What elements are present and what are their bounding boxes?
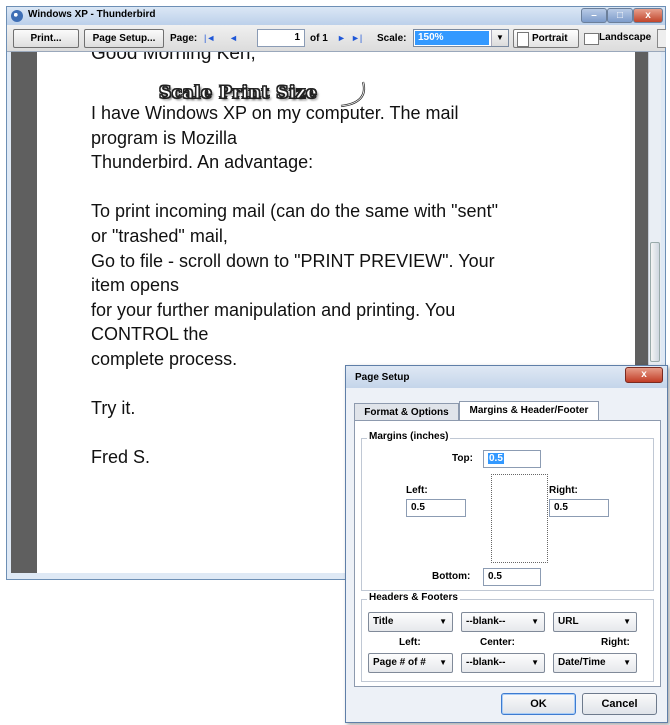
toolbar-overflow-button[interactable]: [657, 29, 666, 48]
cancel-button[interactable]: Cancel: [582, 693, 657, 715]
letter-line: for your further manipulation and printi…: [91, 299, 456, 320]
minimize-button[interactable]: –: [581, 8, 607, 23]
letter-line: item opens: [91, 275, 180, 296]
center-column-label: Center:: [480, 637, 516, 648]
header-left-select[interactable]: Title ▼: [368, 612, 453, 632]
tab-margins-header-footer[interactable]: Margins & Header/Footer: [459, 401, 599, 421]
header-right-select[interactable]: URL ▼: [553, 612, 637, 632]
page-margin-preview: [491, 474, 548, 563]
left-column-label: Left:: [399, 637, 421, 648]
letter-line: or "trashed" mail,: [91, 225, 228, 246]
letter-line: program is Mozilla: [91, 127, 238, 148]
top-margin-input[interactable]: 0.5: [483, 450, 541, 468]
top-margin-label: Top:: [452, 453, 473, 464]
window-title: Windows XP - Thunderbird: [28, 9, 156, 20]
dialog-title: Page Setup: [355, 372, 410, 383]
right-column-label: Right:: [601, 637, 630, 648]
maximize-button[interactable]: □: [607, 8, 633, 23]
footer-right-select[interactable]: Date/Time ▼: [553, 653, 637, 673]
scale-select[interactable]: 150% ▼: [413, 29, 509, 47]
margins-tab-panel: Margins (inches) Top: 0.5 Left: 0.5 Righ…: [354, 420, 661, 687]
portrait-page-icon: [517, 32, 529, 47]
title-bar: Windows XP - Thunderbird – □ x: [7, 7, 665, 25]
ok-button[interactable]: OK: [501, 693, 576, 715]
letter-line: CONTROL the: [91, 324, 209, 345]
first-page-icon[interactable]: |◄: [204, 33, 215, 43]
footer-left-select[interactable]: Page # of # ▼: [368, 653, 453, 673]
headers-footers-title: Headers & Footers: [367, 592, 460, 603]
previous-page-icon[interactable]: ◄: [229, 33, 238, 43]
letter-line: Thunderbird. An advantage:: [91, 152, 314, 173]
footer-center-select[interactable]: --blank-- ▼: [461, 653, 545, 673]
page-setup-dialog: Page Setup x Format & Options Margins & …: [345, 365, 668, 723]
landscape-button[interactable]: Landscape: [581, 29, 653, 48]
greeting-line: Good Morning Ken,: [91, 52, 256, 64]
dialog-close-button[interactable]: x: [625, 367, 663, 383]
page-number-input[interactable]: 1: [257, 29, 305, 47]
page-setup-button[interactable]: Page Setup...: [84, 29, 164, 48]
right-margin-label: Right:: [549, 485, 578, 496]
print-preview-toolbar: Print... Page Setup... Page: |◄ ◄ 1 of 1…: [7, 25, 666, 52]
last-page-icon[interactable]: ►|: [351, 33, 362, 43]
right-margin-input[interactable]: 0.5: [549, 499, 609, 517]
scale-label: Scale:: [377, 33, 407, 44]
header-center-select[interactable]: --blank-- ▼: [461, 612, 545, 632]
margins-group: Margins (inches) Top: 0.5 Left: 0.5 Righ…: [361, 431, 654, 591]
chevron-down-icon: ▼: [531, 658, 539, 667]
bottom-margin-label: Bottom:: [432, 571, 471, 582]
portrait-button[interactable]: Portrait: [513, 29, 579, 48]
chevron-down-icon: ▼: [623, 617, 631, 626]
chevron-down-icon[interactable]: ▼: [491, 30, 508, 46]
margins-group-title: Margins (inches): [367, 431, 451, 442]
scale-annotation: Scale Print Size: [158, 83, 318, 104]
scale-value: 150%: [415, 31, 489, 45]
tab-format-options[interactable]: Format & Options: [354, 403, 459, 421]
left-margin-label: Left:: [406, 485, 428, 496]
thunderbird-icon: [11, 10, 23, 22]
chevron-down-icon: ▼: [439, 658, 447, 667]
headers-footers-group: Headers & Footers Title ▼ --blank-- ▼ URL ▼…: [361, 592, 654, 682]
print-button[interactable]: Print...: [13, 29, 79, 48]
chevron-down-icon: ▼: [439, 617, 447, 626]
page-count: of 1: [310, 33, 328, 44]
close-button[interactable]: x: [633, 8, 663, 23]
left-margin-input[interactable]: 0.5: [406, 499, 466, 517]
dialog-title-bar: Page Setup x: [346, 366, 667, 388]
letter-line: To print incoming mail (can do the same …: [91, 201, 498, 222]
landscape-label: Landscape: [599, 32, 652, 43]
chevron-down-icon: ▼: [623, 658, 631, 667]
scrollbar-thumb[interactable]: [650, 242, 660, 362]
portrait-label: Portrait: [532, 33, 568, 44]
annotation-arrow: [340, 81, 366, 108]
page-label: Page:: [170, 33, 198, 44]
bottom-margin-input[interactable]: 0.5: [483, 568, 541, 586]
next-page-icon[interactable]: ►: [337, 33, 346, 43]
letter-line: Go to file - scroll down to "PRINT PREVI…: [91, 250, 495, 271]
landscape-page-icon: [584, 33, 599, 45]
chevron-down-icon: ▼: [531, 617, 539, 626]
